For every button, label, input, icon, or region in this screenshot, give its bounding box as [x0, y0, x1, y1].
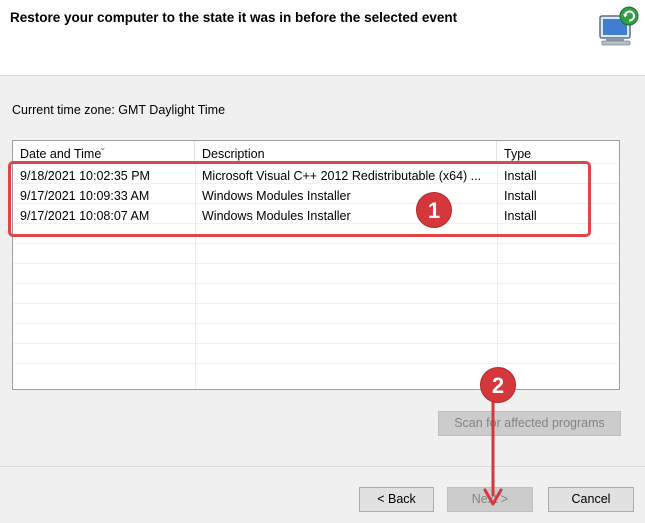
cell-date-time: 9/18/2021 10:02:35 PM [20, 169, 150, 183]
grid-line [13, 283, 619, 284]
grid-line [13, 323, 619, 324]
column-header-type[interactable]: Type [497, 141, 619, 163]
table-row[interactable]: 9/17/2021 10:09:33 AM Windows Modules In… [13, 186, 619, 206]
grid-line [13, 303, 619, 304]
step-badge-1: 1 [416, 192, 452, 228]
cell-type: Install [504, 189, 537, 203]
column-header-description[interactable]: Description [195, 141, 497, 163]
header-banner: Restore your computer to the state it wa… [0, 0, 645, 76]
cell-date-time: 9/17/2021 10:09:33 AM [20, 189, 150, 203]
step-badge-2: 2 [480, 367, 516, 403]
column-header-label: Description [202, 147, 265, 161]
column-header-label: Type [504, 147, 532, 161]
table-row[interactable]: 9/17/2021 10:08:07 AM Windows Modules In… [13, 206, 619, 226]
grid-line [13, 363, 619, 364]
cell-date-time: 9/17/2021 10:08:07 AM [20, 209, 150, 223]
timezone-label: Current time zone: GMT Daylight Time [12, 103, 226, 117]
grid-line [13, 263, 619, 264]
grid-line [13, 343, 619, 344]
system-restore-computer-icon [599, 6, 639, 46]
page-title: Restore your computer to the state it wa… [10, 10, 458, 25]
cancel-button[interactable]: Cancel [548, 487, 634, 512]
grid-line [13, 163, 619, 164]
restore-points-list[interactable]: Date and Time ⌄ Description Type 9/18/20… [12, 140, 620, 390]
cell-description: Microsoft Visual C++ 2012 Redistributabl… [202, 169, 482, 183]
table-row[interactable]: 9/18/2021 10:02:35 PM Microsoft Visual C… [13, 166, 619, 186]
scan-affected-programs-button[interactable]: Scan for affected programs [438, 411, 621, 436]
footer-divider [0, 466, 645, 467]
back-button[interactable]: < Back [359, 487, 434, 512]
cell-type: Install [504, 209, 537, 223]
sort-chevron-icon: ⌄ [99, 142, 107, 152]
column-header-date-time[interactable]: Date and Time ⌄ [13, 141, 195, 163]
cell-description: Windows Modules Installer [202, 189, 351, 203]
next-button[interactable]: Next > [447, 487, 533, 512]
column-header-label: Date and Time [20, 147, 102, 161]
grid-line [13, 243, 619, 244]
cell-type: Install [504, 169, 537, 183]
